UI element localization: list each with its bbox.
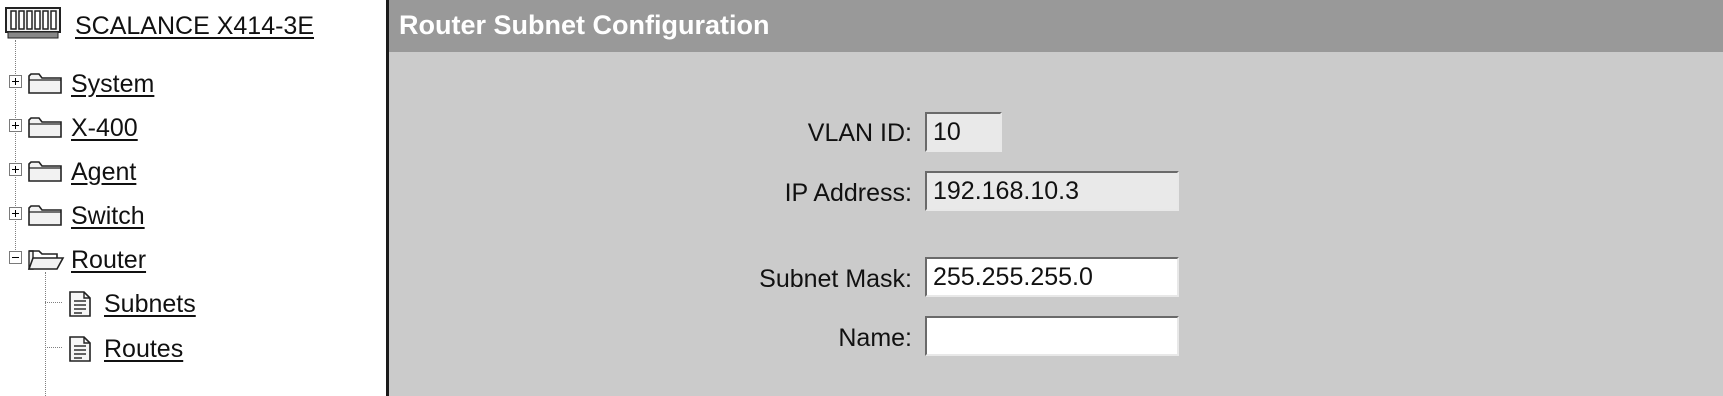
expand-icon[interactable] xyxy=(9,207,22,220)
name-input[interactable] xyxy=(925,316,1179,356)
folder-icon xyxy=(27,158,63,189)
nav-item-label: Routes xyxy=(104,335,184,363)
expand-icon[interactable] xyxy=(9,119,22,132)
nav-item-label: Router xyxy=(71,246,147,274)
folder-open-icon xyxy=(27,246,65,277)
nav-item-label: System xyxy=(71,70,155,98)
subnet-mask-input[interactable] xyxy=(925,257,1179,297)
vlan-id-field xyxy=(925,112,1002,152)
device-title-link[interactable]: SCALANCE X414-3E xyxy=(75,12,314,41)
nav-item-routes[interactable]: Routes xyxy=(66,331,266,367)
tree-guide-line xyxy=(45,347,62,348)
document-icon xyxy=(66,335,94,368)
name-label: Name: xyxy=(838,324,912,352)
nav-item-label: Agent xyxy=(71,158,137,186)
nav-item-label: X-400 xyxy=(71,114,138,142)
ip-address-label: IP Address: xyxy=(784,179,912,207)
subnet-mask-label: Subnet Mask: xyxy=(759,265,912,293)
main-content: Router Subnet Configuration VLAN ID: IP … xyxy=(389,0,1723,396)
folder-icon xyxy=(27,202,63,233)
collapse-icon[interactable] xyxy=(9,251,22,264)
vlan-id-label: VLAN ID: xyxy=(807,119,912,147)
tree-guide-line xyxy=(45,272,46,396)
expand-icon[interactable] xyxy=(9,163,22,176)
nav-item-router[interactable]: Router xyxy=(9,242,209,278)
nav-item-subnets[interactable]: Subnets xyxy=(66,286,266,322)
folder-icon xyxy=(27,114,63,145)
nav-item-label: Subnets xyxy=(104,290,196,318)
nav-item-system[interactable]: System xyxy=(9,66,209,102)
app-root: SCALANCE X414-3E System X-400 Agent Swit… xyxy=(0,0,1723,396)
nav-item-switch[interactable]: Switch xyxy=(9,198,209,234)
nav-item-label: Switch xyxy=(71,202,145,230)
folder-icon xyxy=(27,70,63,101)
document-icon xyxy=(66,290,94,323)
tree-guide-line xyxy=(45,302,62,303)
expand-icon[interactable] xyxy=(9,75,22,88)
device-rack-icon xyxy=(5,7,61,44)
form-labels: VLAN ID: IP Address: Subnet Mask: Name: xyxy=(389,0,912,396)
ip-address-field xyxy=(925,171,1179,211)
nav-item-agent[interactable]: Agent xyxy=(9,154,209,190)
nav-item-x-400[interactable]: X-400 xyxy=(9,110,209,146)
